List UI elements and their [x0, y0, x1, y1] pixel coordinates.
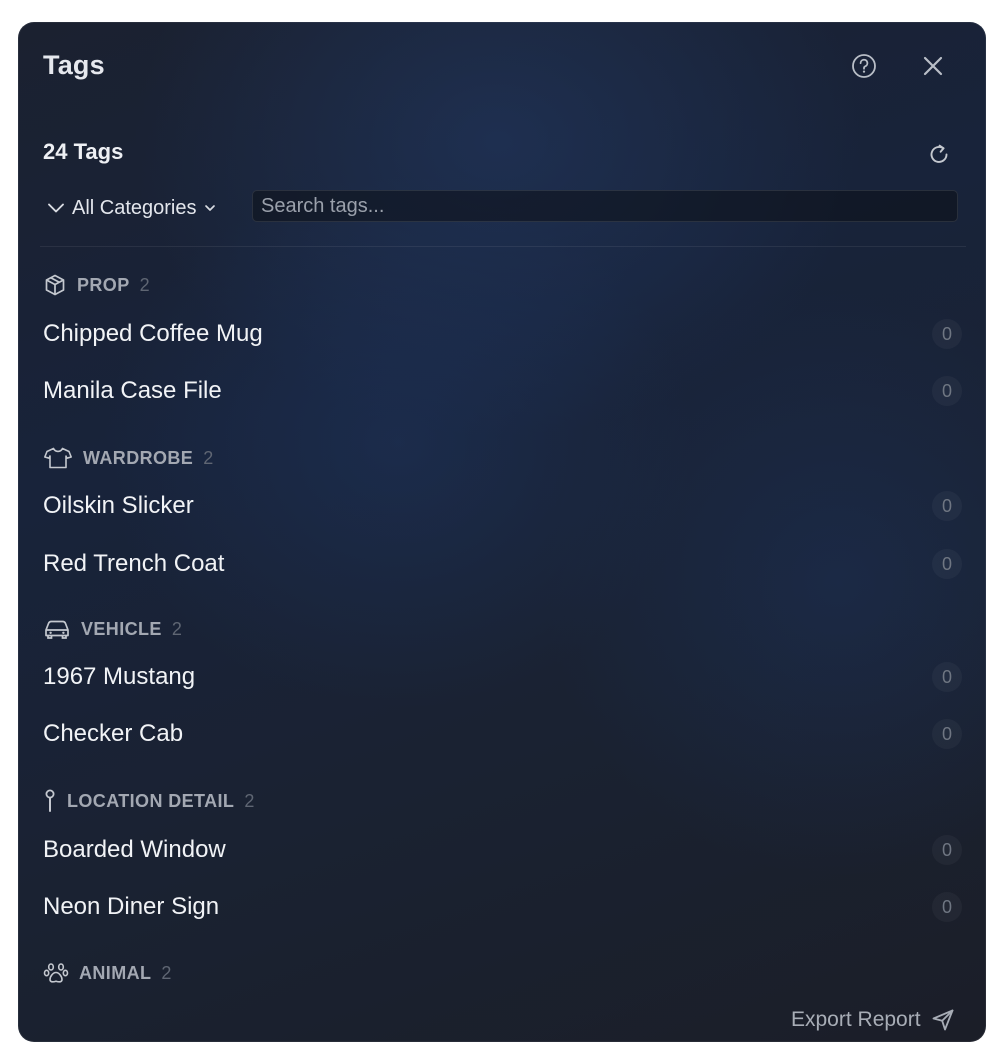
tag-row[interactable]: Checker Cab 0: [40, 712, 962, 756]
category-count: 2: [171, 618, 182, 639]
help-button[interactable]: [847, 49, 881, 83]
tag-name: Manila Case File: [43, 377, 222, 404]
small-chevron-down-icon: [203, 201, 217, 215]
search-input[interactable]: [252, 190, 958, 222]
tag-row[interactable]: Manila Case File 0: [40, 369, 962, 413]
shirt-icon: [43, 446, 73, 470]
close-icon: [921, 54, 945, 78]
tag-count-title: 24 Tags: [43, 139, 124, 164]
box-icon: [43, 273, 67, 297]
refresh-button[interactable]: [922, 138, 956, 172]
tag-name: Chipped Coffee Mug: [43, 320, 263, 347]
category-count: 2: [244, 790, 255, 811]
close-button[interactable]: [916, 49, 950, 83]
pin-icon: [43, 788, 57, 814]
category-header-location-detail: LOCATION DETAIL 2: [43, 786, 254, 816]
category-count: 2: [139, 274, 150, 295]
send-icon: [931, 1008, 955, 1032]
category-count: 2: [203, 447, 214, 468]
category-name: LOCATION DETAIL: [67, 790, 235, 811]
car-icon: [43, 617, 71, 641]
export-report-button[interactable]: Export Report: [791, 1002, 955, 1038]
category-header-prop: PROP 2: [43, 270, 150, 300]
tag-usage-count: 0: [932, 491, 962, 521]
tag-row[interactable]: Red Trench Coat 0: [40, 542, 962, 586]
tag-row[interactable]: Chipped Coffee Mug 0: [40, 312, 962, 356]
tag-row[interactable]: Oilskin Slicker 0: [40, 484, 962, 528]
category-name: WARDROBE: [83, 447, 194, 468]
tag-usage-count: 0: [932, 376, 962, 406]
category-name: ANIMAL: [79, 962, 152, 983]
tag-name: Red Trench Coat: [43, 550, 225, 577]
tags-panel: Tags 24 Tags All Categories Search tags.…: [18, 22, 986, 1042]
category-name: VEHICLE: [81, 618, 162, 639]
tag-row[interactable]: Neon Diner Sign 0: [40, 885, 962, 929]
tag-name: Neon Diner Sign: [43, 893, 220, 920]
category-header-animal: ANIMAL 2: [43, 958, 171, 988]
category-name: PROP: [77, 274, 130, 295]
tag-row[interactable]: Boarded Window 0: [40, 828, 962, 872]
tag-name: Boarded Window: [43, 836, 226, 863]
tag-usage-count: 0: [932, 892, 962, 922]
tag-usage-count: 0: [932, 549, 962, 579]
tag-usage-count: 0: [932, 835, 962, 865]
tag-row[interactable]: 1967 Mustang 0: [40, 655, 962, 699]
category-header-vehicle: VEHICLE 2: [43, 614, 182, 644]
chevron-down-icon: [46, 198, 66, 218]
category-count: 2: [161, 962, 172, 983]
paw-icon: [43, 961, 69, 985]
export-report-label: Export Report: [791, 1008, 921, 1031]
tag-usage-count: 0: [932, 319, 962, 349]
tag-usage-count: 0: [932, 662, 962, 692]
category-filter-dropdown[interactable]: All Categories: [46, 192, 217, 224]
help-circle-icon: [851, 53, 877, 79]
refresh-icon: [926, 142, 952, 168]
tag-name: Checker Cab: [43, 720, 184, 747]
category-filter-label: All Categories: [72, 196, 197, 219]
category-header-wardrobe: WARDROBE 2: [43, 443, 213, 473]
tag-usage-count: 0: [932, 719, 962, 749]
tag-name: Oilskin Slicker: [43, 492, 194, 519]
tag-name: 1967 Mustang: [43, 663, 196, 690]
divider: [40, 246, 966, 247]
panel-title: Tags: [43, 50, 105, 80]
